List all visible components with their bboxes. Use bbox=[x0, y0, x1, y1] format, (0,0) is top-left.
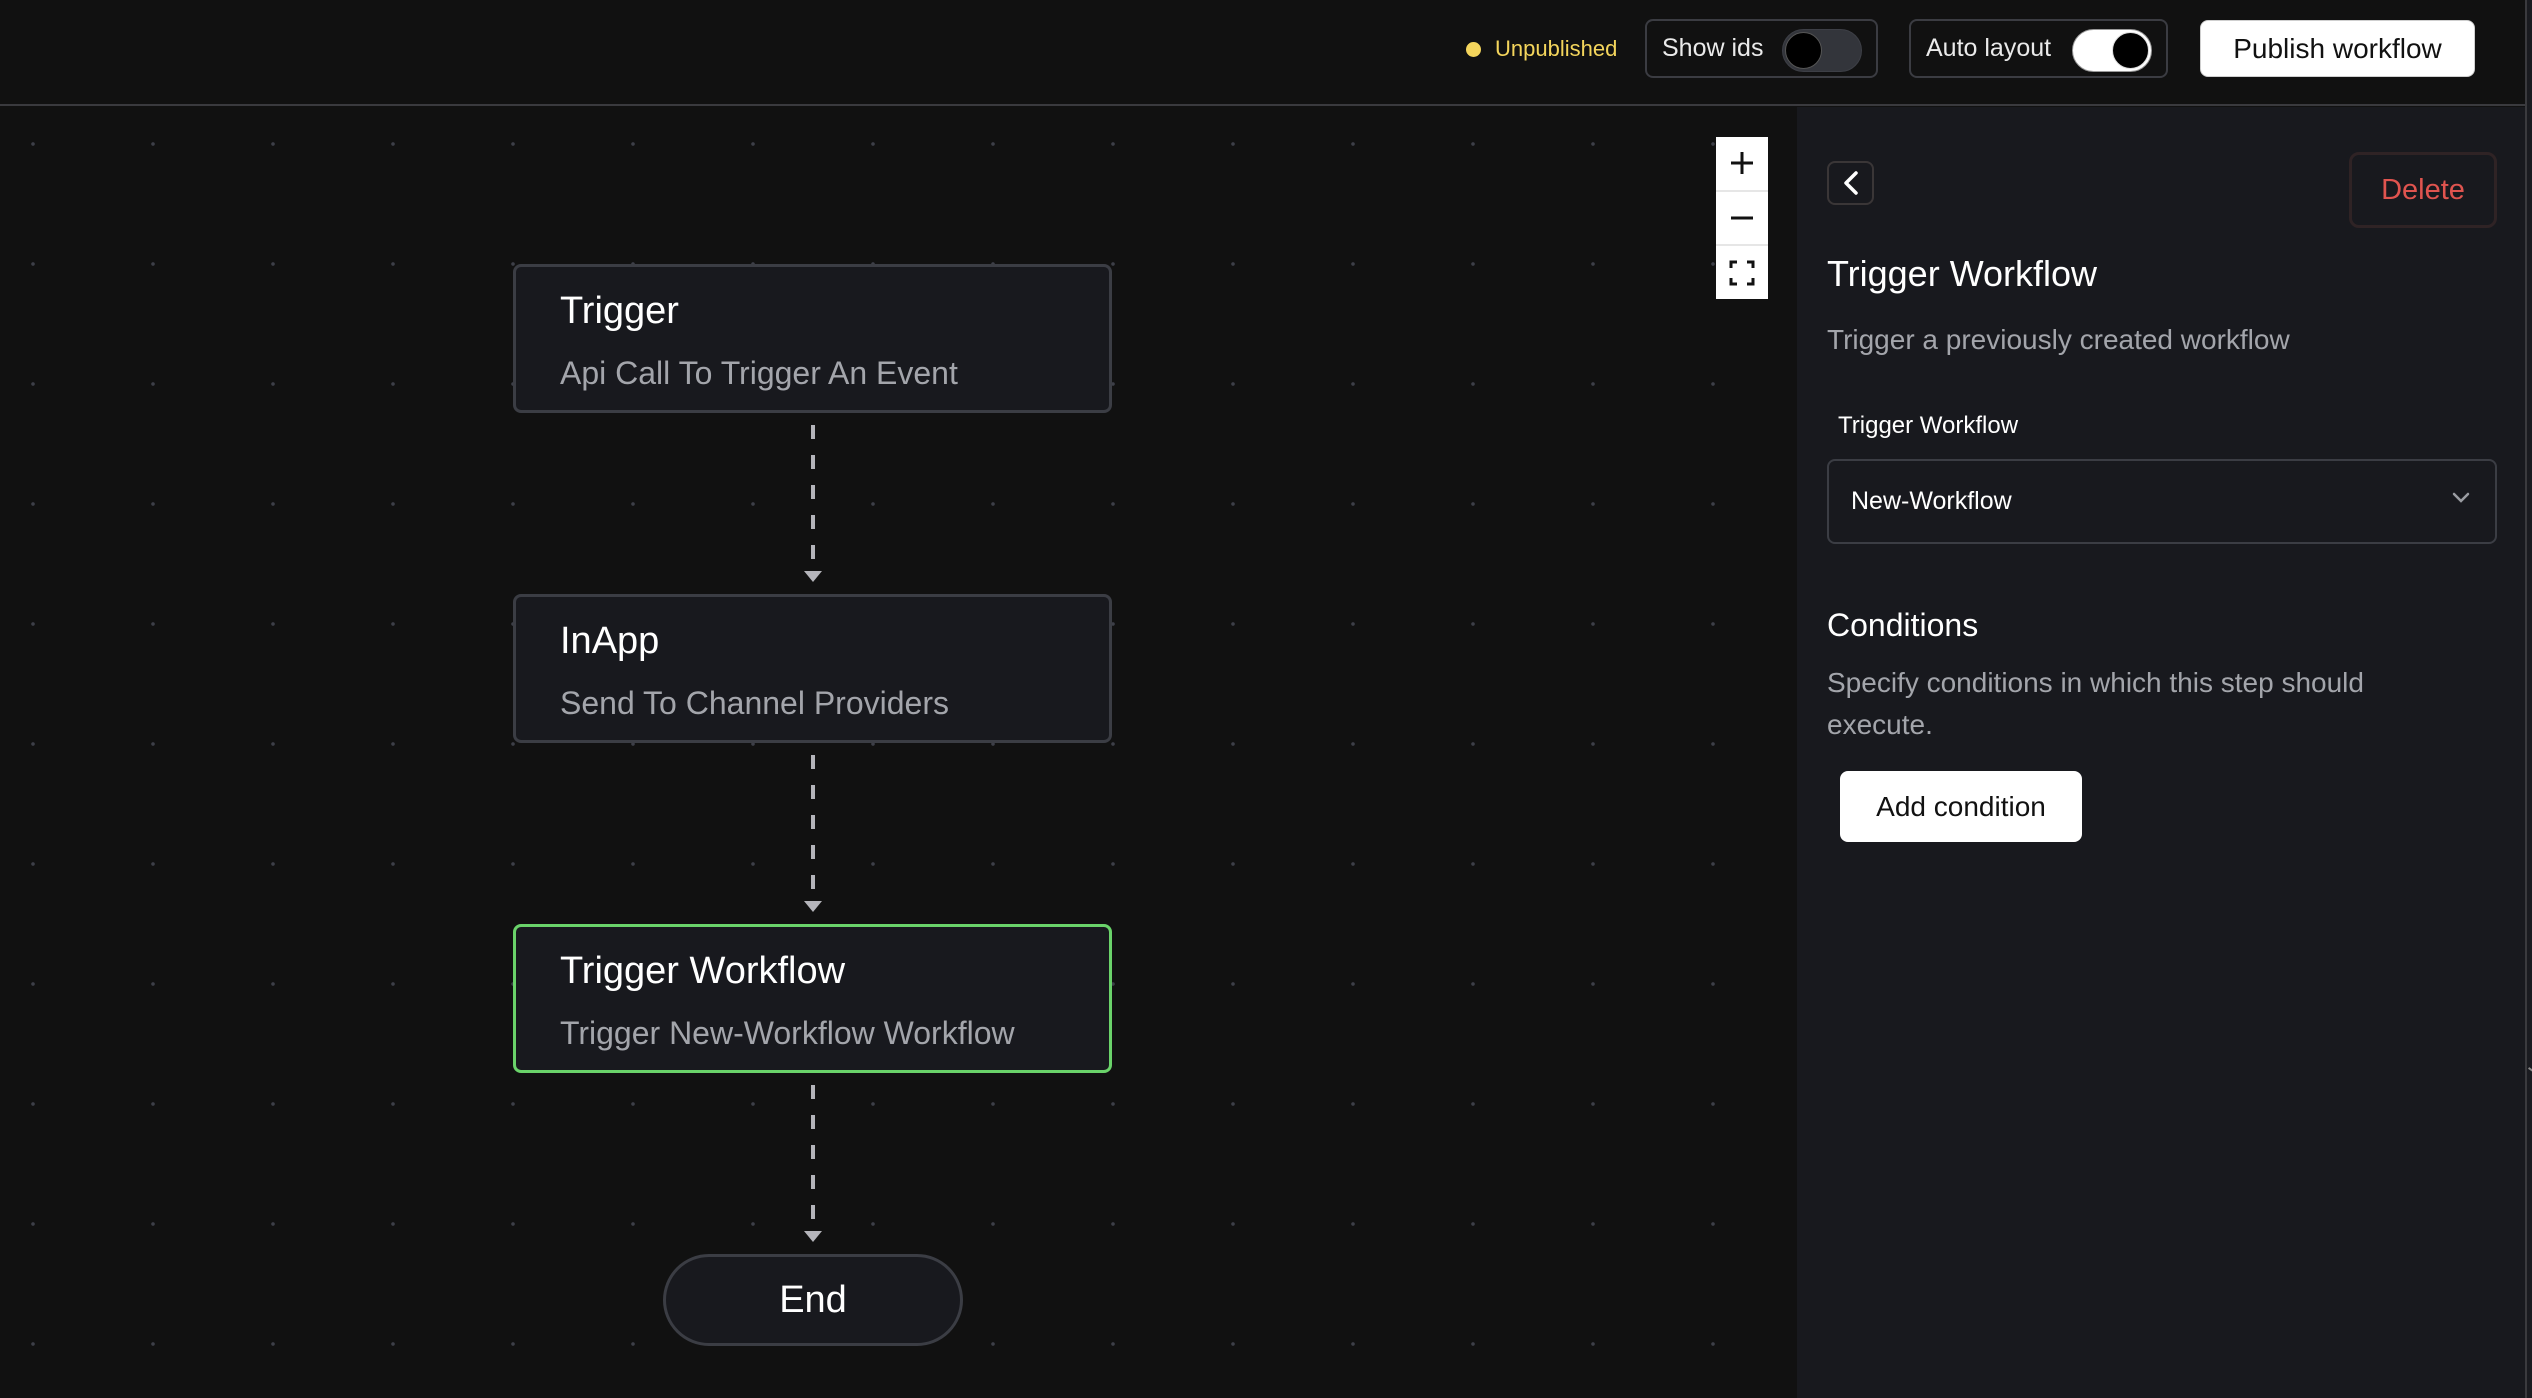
dashed-line bbox=[811, 755, 815, 891]
zoom-out-button[interactable] bbox=[1716, 192, 1768, 247]
zoom-controls bbox=[1716, 137, 1768, 299]
fit-view-icon bbox=[1729, 260, 1755, 286]
workflow-editor: Unpublished Show ids Auto layout Publish… bbox=[0, 0, 2532, 1398]
node-subtitle: Trigger New-Workflow Workflow bbox=[560, 1015, 1015, 1051]
panel-title: Trigger Workflow bbox=[1827, 253, 2098, 294]
trigger-workflow-field-label: Trigger Workflow bbox=[1838, 412, 2019, 439]
publish-status: Unpublished bbox=[1466, 33, 1617, 65]
auto-layout-switch[interactable] bbox=[2072, 29, 2152, 72]
top-bar: Unpublished Show ids Auto layout Publish… bbox=[0, 0, 2532, 106]
status-label: Unpublished bbox=[1495, 36, 1618, 61]
zoom-in-button[interactable] bbox=[1716, 137, 1768, 192]
node-title: Trigger bbox=[560, 290, 679, 332]
select-value: New-Workflow bbox=[1851, 487, 2012, 515]
workflow-node-trigger[interactable]: Trigger Api Call To Trigger An Event bbox=[513, 264, 1112, 413]
plus-icon bbox=[1731, 152, 1753, 175]
node-subtitle: Send To Channel Providers bbox=[560, 685, 949, 721]
auto-layout-toggle[interactable]: Auto layout bbox=[1909, 19, 2168, 78]
publish-workflow-button[interactable]: Publish workflow bbox=[2200, 20, 2475, 77]
delete-step-button[interactable]: Delete bbox=[2349, 152, 2497, 228]
arrow-down-icon bbox=[804, 571, 822, 582]
show-ids-switch[interactable] bbox=[1782, 29, 1862, 72]
dashed-line bbox=[811, 425, 815, 561]
chevron-left-icon bbox=[1843, 171, 1858, 195]
workflow-node-inapp[interactable]: InApp Send To Channel Providers bbox=[513, 594, 1112, 743]
fit-view-button[interactable] bbox=[1716, 246, 1768, 299]
panel-description: Trigger a previously created workflow bbox=[1827, 324, 2290, 355]
minus-icon bbox=[1731, 216, 1753, 220]
node-subtitle: Api Call To Trigger An Event bbox=[560, 355, 958, 391]
add-condition-button[interactable]: Add condition bbox=[1840, 771, 2082, 842]
status-dot-icon bbox=[1466, 41, 1481, 57]
node-title: Trigger Workflow bbox=[560, 950, 846, 992]
scrollbar-track[interactable] bbox=[2527, 0, 2532, 1398]
switch-knob bbox=[1785, 32, 1822, 69]
switch-knob bbox=[2112, 32, 2149, 69]
conditions-title: Conditions bbox=[1827, 607, 1979, 643]
show-ids-label: Show ids bbox=[1662, 34, 1764, 62]
trigger-workflow-select[interactable]: New-Workflow bbox=[1827, 459, 2497, 544]
workflow-canvas[interactable]: Trigger Api Call To Trigger An Event InA… bbox=[0, 107, 1797, 1398]
dashed-line bbox=[811, 1085, 815, 1221]
workflow-node-trigger-workflow[interactable]: Trigger Workflow Trigger New-Workflow Wo… bbox=[513, 924, 1112, 1073]
show-ids-toggle[interactable]: Show ids bbox=[1645, 19, 1878, 78]
conditions-description: Specify conditions in which this step sh… bbox=[1827, 667, 2364, 740]
step-settings-panel: Delete Trigger Workflow Trigger a previo… bbox=[1797, 107, 2525, 1398]
arrow-down-icon bbox=[804, 901, 822, 912]
auto-layout-label: Auto layout bbox=[1926, 34, 2052, 62]
arrow-down-icon bbox=[804, 1231, 822, 1242]
back-button[interactable] bbox=[1827, 161, 1874, 205]
node-title: InApp bbox=[560, 620, 660, 662]
chevron-down-icon bbox=[2452, 492, 2470, 503]
end-node[interactable]: End bbox=[663, 1254, 963, 1346]
